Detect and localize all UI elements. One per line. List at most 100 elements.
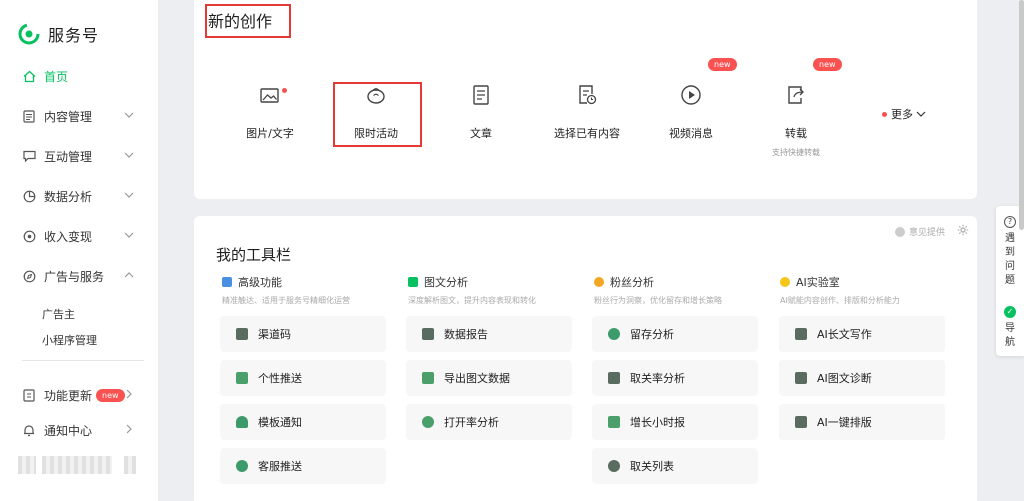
feedback-label: 意见提供 — [908, 228, 945, 238]
tool-label: 客服推送 — [258, 460, 302, 473]
sidebar-divider — [22, 360, 144, 361]
bar-chart-icon — [608, 416, 620, 428]
create-existing-content-button[interactable]: 选择已有内容 — [532, 84, 642, 141]
tool-service-push[interactable]: 客服推送 — [220, 448, 386, 484]
tool-data-report[interactable]: 数据报告 — [406, 316, 572, 352]
tool-hourly-growth[interactable]: 增长小时报 — [592, 404, 758, 440]
tool-label: 打开率分析 — [444, 416, 499, 429]
tool-export-data[interactable]: 导出图文数据 — [406, 360, 572, 396]
column-desc: AI赋能内容创作、排版和分析能力 — [780, 296, 900, 305]
fans-icon — [594, 277, 604, 287]
sidebar-item-label: 广告与服务 — [44, 269, 105, 284]
advanced-feature-icon — [222, 277, 232, 287]
chevron-up-icon — [124, 272, 134, 278]
sidebar-item-content[interactable]: 内容管理 — [0, 99, 158, 133]
tool-ai-longform[interactable]: AI长文写作 — [779, 316, 945, 352]
tool-label: 渠道码 — [258, 328, 291, 341]
tool-label: 数据报告 — [444, 328, 488, 341]
column-desc: 粉丝行为洞察，优化留存和增长策略 — [594, 296, 722, 305]
tool-ai-diagnosis[interactable]: AI图文诊断 — [779, 360, 945, 396]
sidebar-subitem-advertiser[interactable]: 广告主 — [42, 306, 75, 322]
column-desc: 精准触达、适用于服务号精细化运营 — [222, 296, 350, 305]
more-button[interactable]: 更多 — [882, 106, 926, 122]
sidebar-item-home[interactable]: 首页 — [0, 59, 158, 93]
sidebar-item-feature-updates[interactable]: 功能更新 new — [0, 378, 158, 412]
feedback-icon — [894, 226, 905, 237]
sidebar-item-notifications[interactable]: 通知中心 — [0, 413, 158, 447]
magnifier-icon — [422, 416, 434, 428]
column-desc: 深度解析图文，提升内容表现和转化 — [408, 296, 536, 305]
sidebar-item-label: 通知中心 — [44, 423, 93, 438]
tool-personal-push[interactable]: 个性推送 — [220, 360, 386, 396]
create-article-button[interactable]: 文章 — [426, 84, 536, 141]
toolbar-title: 我的工具栏 — [216, 246, 292, 264]
toolbar-panel: 意见提供 我的工具栏 高级功能 精准触达、适用于服务号精细化运营 渠道码 个性推… — [194, 216, 977, 501]
monitor-chart-icon — [608, 372, 620, 384]
sidebar-item-label: 首页 — [44, 69, 69, 84]
chevron-down-icon — [124, 152, 134, 158]
sidebar-item-ads-services[interactable]: 广告与服务 — [0, 259, 158, 293]
create-video-message-button[interactable]: 视频消息 — [636, 84, 746, 141]
tool-unfollow-list[interactable]: 取关列表 — [592, 448, 758, 484]
scrollbar[interactable] — [1019, 0, 1024, 230]
tool-template-notice[interactable]: 模板通知 — [220, 404, 386, 440]
column-title: 图文分析 — [424, 276, 468, 289]
notification-dot — [282, 88, 287, 93]
chevron-right-icon — [126, 389, 132, 399]
wechat-service-logo-icon — [18, 23, 40, 45]
repost-icon — [788, 86, 804, 104]
tool-open-rate[interactable]: 打开率分析 — [406, 404, 572, 440]
tool-ai-layout[interactable]: AI一键排版 — [779, 404, 945, 440]
tool-label: 模板通知 — [258, 416, 302, 429]
column-title: 高级功能 — [238, 276, 282, 289]
ai-lab-icon — [780, 277, 790, 287]
avatar[interactable] — [18, 456, 138, 474]
bell-icon — [22, 423, 36, 437]
chevron-right-icon — [126, 424, 132, 434]
brand-name: 服务号 — [48, 26, 100, 45]
chat-icon — [22, 149, 36, 163]
brand[interactable]: 服务号 — [18, 22, 99, 46]
sidebar-subitem-miniprogram[interactable]: 小程序管理 — [42, 332, 97, 348]
report-icon — [422, 328, 434, 340]
gear-icon[interactable] — [957, 224, 969, 236]
create-image-text-button[interactable]: 图片/文字 — [215, 84, 325, 141]
help-guide-label: 导航 — [1005, 323, 1015, 348]
more-label: 更多 — [891, 108, 913, 121]
tool-label: 导出图文数据 — [444, 372, 510, 385]
ai-diagnosis-icon — [795, 372, 807, 384]
tool-unfollow-rate[interactable]: 取关率分析 — [592, 360, 758, 396]
ai-layout-icon — [795, 416, 807, 428]
document-icon — [22, 109, 36, 123]
column-title: AI实验室 — [796, 276, 840, 289]
question-icon: ? — [1004, 216, 1016, 228]
help-guide-button[interactable]: ✓ 导航 — [996, 306, 1024, 350]
tool-label: 取关率分析 — [630, 372, 685, 385]
qr-code-icon — [236, 328, 248, 340]
sidebar-item-monetization[interactable]: 收入变现 — [0, 219, 158, 253]
article-icon — [473, 85, 489, 105]
create-label: 视频消息 — [669, 127, 713, 140]
tool-channel-code[interactable]: 渠道码 — [220, 316, 386, 352]
home-icon — [22, 69, 36, 83]
column-header: 高级功能 精准触达、适用于服务号精细化运营 — [222, 274, 392, 306]
chevron-down-icon — [124, 112, 134, 118]
creation-panel: 新的创作 图片/文字 限时活动 文章 选择已有内容 视频消息 new 转载 支持… — [194, 0, 977, 199]
pie-chart-icon — [22, 189, 36, 203]
chevron-down-icon — [124, 192, 134, 198]
feedback-link[interactable]: 意见提供 — [894, 225, 945, 238]
tool-label: 增长小时报 — [630, 416, 685, 429]
sidebar-item-analytics[interactable]: 数据分析 — [0, 179, 158, 213]
guide-icon: ✓ — [1004, 306, 1016, 318]
create-label: 图片/文字 — [246, 127, 294, 140]
sidebar-item-interaction[interactable]: 互动管理 — [0, 139, 158, 173]
update-icon — [22, 388, 36, 402]
tool-retention[interactable]: 留存分析 — [592, 316, 758, 352]
tool-label: 留存分析 — [630, 328, 674, 341]
column-title: 粉丝分析 — [610, 276, 654, 289]
money-icon — [22, 229, 36, 243]
user-remove-icon — [608, 460, 620, 472]
tool-label: AI长文写作 — [817, 328, 872, 341]
create-repost-button[interactable]: 转载 支持快捷转载 — [741, 84, 851, 158]
column-header: 粉丝分析 粉丝行为洞察，优化留存和增长策略 — [594, 274, 764, 306]
